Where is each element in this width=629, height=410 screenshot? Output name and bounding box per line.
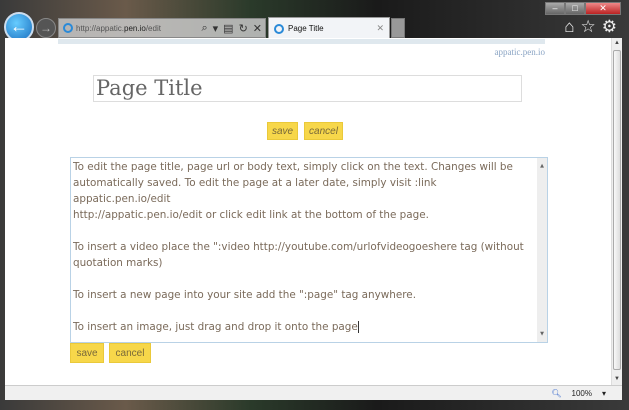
maximize-button[interactable]: □ xyxy=(565,2,585,15)
new-tab-button[interactable] xyxy=(391,18,405,38)
minimize-button[interactable]: – xyxy=(545,2,565,15)
title-save-button[interactable]: save xyxy=(267,122,298,140)
zoom-dropdown-icon[interactable]: ▾ xyxy=(602,389,606,398)
page-content: appatic.pen.io Page Title save cancel To… xyxy=(5,38,622,385)
address-text: http://appatic.pen.io/edit xyxy=(76,24,161,33)
search-icon[interactable]: ⌕ xyxy=(201,22,207,35)
zoom-icon[interactable]: 🔍︎ xyxy=(551,389,561,398)
address-bar[interactable]: http://appatic.pen.io/edit ⌕ ▾ ▤ ↻ ✕ xyxy=(58,18,266,38)
home-icon[interactable]: ⌂ xyxy=(564,17,574,37)
status-bar: 🔍︎ 100% ▾ xyxy=(5,385,622,400)
scroll-thumb[interactable] xyxy=(613,50,621,370)
scroll-down-arrow[interactable]: ▼ xyxy=(612,374,622,385)
window-controls: – □ ✕ xyxy=(545,2,621,15)
textarea-scrollbar[interactable]: ▲ ▼ xyxy=(537,158,547,342)
browser-frame: – □ ✕ ← → http://appatic.pen.io/edit ⌕ ▾… xyxy=(0,0,629,410)
gear-icon[interactable]: ⚙ xyxy=(602,17,617,37)
tab-label: Page Title xyxy=(288,24,324,33)
body-cancel-button[interactable]: cancel xyxy=(109,343,151,363)
page-scrollbar[interactable]: ▲ ▼ xyxy=(611,38,622,385)
dropdown-icon[interactable]: ▾ xyxy=(213,22,219,35)
title-cancel-button[interactable]: cancel xyxy=(304,122,343,140)
url-domain: pen.io xyxy=(124,23,146,33)
refresh-icon[interactable]: ↻ xyxy=(239,22,248,35)
body-textarea[interactable]: To edit the page title, page url or body… xyxy=(70,157,548,343)
paragraph: To insert an image, just drag and drop i… xyxy=(73,321,359,333)
paragraph: To edit the page title, page url or body… xyxy=(73,161,513,221)
scroll-up-arrow[interactable]: ▲ xyxy=(612,38,622,49)
compatibility-icon[interactable]: ▤ xyxy=(223,22,233,35)
paragraph: To insert a video place the ":video http… xyxy=(73,241,524,269)
close-tab-icon[interactable]: ✕ xyxy=(376,23,384,34)
page-title-input[interactable]: Page Title xyxy=(93,75,522,102)
zoom-level[interactable]: 100% xyxy=(572,389,592,398)
site-link[interactable]: appatic.pen.io xyxy=(495,47,545,57)
url-suffix: /edit xyxy=(145,23,161,33)
forward-button[interactable]: → xyxy=(36,18,56,38)
ie-icon xyxy=(274,23,284,34)
tab-page-title[interactable]: Page Title ✕ xyxy=(268,17,390,39)
ie-icon xyxy=(63,23,73,33)
stop-icon[interactable]: ✕ xyxy=(253,22,262,35)
close-window-button[interactable]: ✕ xyxy=(585,2,621,15)
favorites-star-icon[interactable]: ☆ xyxy=(581,17,596,37)
top-strip xyxy=(58,39,545,44)
paragraph: To insert a new page into your site add … xyxy=(73,289,417,301)
body-save-button[interactable]: save xyxy=(70,343,104,363)
url-prefix: http://appatic. xyxy=(76,23,125,33)
